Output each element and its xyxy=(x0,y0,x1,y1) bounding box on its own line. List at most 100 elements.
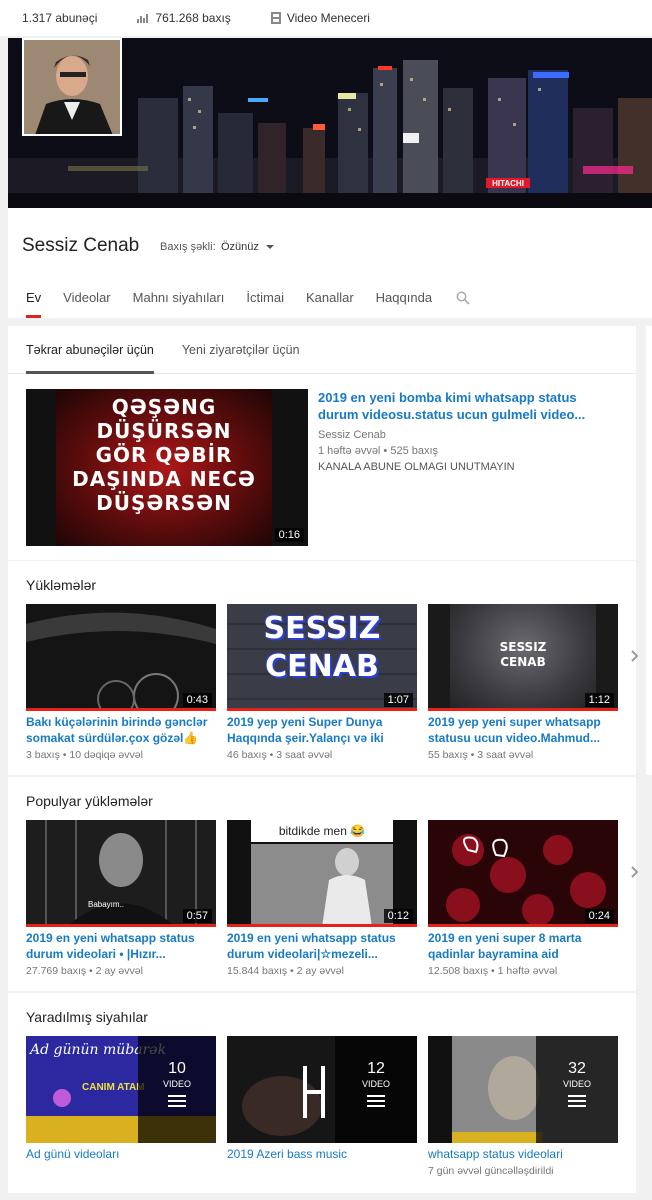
channel-stats-bar: 1.317 abunəçi 761.268 baxış Video Menece… xyxy=(0,0,652,36)
video-title-link[interactable]: 2019 yep yeni Super Dunya Haqqında şeir.… xyxy=(227,714,417,746)
video-meta: 12.508 baxış • 1 həftə əvvəl xyxy=(428,965,558,977)
view-as-dropdown[interactable]: Özünüz xyxy=(221,241,274,253)
tab-playlists[interactable]: Mahnı siyahıları xyxy=(133,278,225,318)
featured-meta: 1 həftə əvvəl • 525 baxış xyxy=(318,445,439,457)
thumbnail-caption: Babayım.. xyxy=(88,900,125,909)
playlist-video-count: 12 xyxy=(367,1060,385,1077)
watched-progress-bar xyxy=(428,708,618,711)
video-thumbnail[interactable]: SESSIZ CENAB 1:07 xyxy=(227,604,417,711)
thumbnail-overlay-text: CANIM ATAM xyxy=(82,1082,145,1093)
playlist-thumbnail[interactable]: 32 VIDEO xyxy=(428,1036,618,1143)
thumb-line: DÜŞƏRSƏN xyxy=(96,491,232,515)
video-duration: 0:43 xyxy=(182,693,212,707)
view-as-label: Baxış şəkli: xyxy=(160,241,216,253)
playlist-title-link[interactable]: whatsapp status videolari xyxy=(428,1146,618,1162)
video-manager-label: Video Meneceri xyxy=(286,11,370,25)
thumb-line: GÖR QƏBİR xyxy=(95,443,233,467)
uploads-shelf-title[interactable]: Yükləmələr xyxy=(26,577,96,593)
bar-chart-icon xyxy=(137,14,149,23)
video-duration: 0:12 xyxy=(383,909,413,923)
video-thumbnail[interactable]: 0:43 xyxy=(26,604,216,711)
featured-thumbnail[interactable]: QƏŞƏNG DÜŞÜRSƏN GÖR QƏBİR DAŞINDA NECƏ D… xyxy=(26,389,308,546)
channel-banner: HITACHI xyxy=(8,38,652,208)
playlist-card[interactable]: 32 VIDEO whatsapp status videolari 7 gün… xyxy=(428,1036,618,1179)
view-as-value: Özünüz xyxy=(221,241,259,253)
video-thumbnail[interactable]: SESSIZ CENAB 1:12 xyxy=(428,604,618,711)
playlist-count-overlay: 12 VIDEO xyxy=(335,1036,417,1143)
chevron-right-icon[interactable] xyxy=(630,648,640,664)
tab-returning-subscribers[interactable]: Təkrar abunəçilər üçün xyxy=(26,326,154,374)
playlist-video-label: VIDEO xyxy=(361,1079,390,1089)
chevron-down-icon xyxy=(265,245,274,249)
popular-grid: Babayım.. 0:57 2019 en yeni whatsapp sta… xyxy=(26,820,639,977)
channel-title: Sessiz Cenab xyxy=(22,235,140,256)
thumbnail-overlay-text: QƏŞƏNG DÜŞÜRSƏN GÖR QƏBİR DAŞINDA NECƏ D… xyxy=(56,395,272,515)
tab-channels[interactable]: Kanallar xyxy=(306,278,354,318)
subscriber-count: 1.317 abunəçi xyxy=(22,11,97,25)
playlist-title-link[interactable]: 2019 Azeri bass music xyxy=(227,1146,417,1162)
playlist-video-label: VIDEO xyxy=(562,1079,591,1089)
watched-progress-bar xyxy=(26,708,216,711)
thumbnail-caption: bitdikde men 😂 xyxy=(251,820,393,842)
video-card[interactable]: SESSIZ CENAB 1:12 2019 yep yeni super wh… xyxy=(428,604,618,763)
thumb-line: QƏŞƏNG xyxy=(111,395,217,419)
video-card[interactable]: SESSIZ CENAB 1:07 2019 yep yeni Super Du… xyxy=(227,604,417,763)
video-title-link[interactable]: 2019 en yeni whatsapp status durum video… xyxy=(26,930,216,962)
video-title-link[interactable]: 2019 en yeni super 8 marta qadinlar bayr… xyxy=(428,930,618,962)
video-card[interactable]: 0:43 Bakı küçələrinin birində gənclər so… xyxy=(26,604,216,763)
video-thumbnail[interactable]: Babayım.. 0:57 xyxy=(26,820,216,927)
featured-title-link[interactable]: 2019 en yeni bomba kimi whatsapp status … xyxy=(318,389,618,423)
playlist-card[interactable]: 12 VIDEO 2019 Azeri bass music xyxy=(227,1036,417,1162)
thumb-line: CENAB xyxy=(265,649,379,684)
thumb-line: SESSIZ xyxy=(499,640,547,654)
playlist-video-count: 32 xyxy=(568,1060,586,1077)
video-thumbnail[interactable]: bitdikde men 😂 0:12 xyxy=(227,820,417,927)
popular-shelf-title[interactable]: Populyar yükləmələr xyxy=(26,793,153,809)
thumbnail-overlay-text: SESSIZ CENAB xyxy=(227,610,417,686)
featured-description: KANALA ABUNE OLMAGI UNUTMAYIN xyxy=(318,461,515,473)
side-panel-edge xyxy=(646,420,652,775)
playlist-icon xyxy=(168,1095,186,1107)
chevron-right-icon[interactable] xyxy=(630,864,640,880)
watched-progress-bar xyxy=(227,924,417,927)
playlist-icon xyxy=(367,1095,385,1107)
featured-video[interactable]: QƏŞƏNG DÜŞÜRSƏN GÖR QƏBİR DAŞINDA NECƏ D… xyxy=(26,389,626,549)
channel-avatar[interactable] xyxy=(22,38,122,136)
playlist-thumbnail[interactable]: Ad günün mübarək CANIM ATAM 10 VIDEO xyxy=(26,1036,216,1143)
video-thumbnail[interactable]: 0:24 xyxy=(428,820,618,927)
video-title-link[interactable]: 2019 yep yeni super whatsapp statusu ucu… xyxy=(428,714,618,746)
featured-channel-name[interactable]: Sessiz Cenab xyxy=(318,427,618,443)
video-title-link[interactable]: Bakı küçələrinin birində gənclər somakat… xyxy=(26,714,216,746)
search-icon[interactable] xyxy=(456,291,470,305)
tab-home[interactable]: Ev xyxy=(26,278,42,318)
playlists-shelf-title[interactable]: Yaradılmış siyahılar xyxy=(26,1009,148,1025)
playlist-video-count: 10 xyxy=(168,1060,186,1077)
tab-community[interactable]: İctimai xyxy=(246,278,284,318)
video-duration: 0:16 xyxy=(274,528,304,542)
thumb-line: CENAB xyxy=(500,655,546,669)
popular-shelf: Populyar yükləmələr Babayım.. 0:57 2019 … xyxy=(8,777,639,991)
playlist-card[interactable]: Ad günün mübarək CANIM ATAM 10 VIDEO Ad … xyxy=(26,1036,216,1162)
video-card[interactable]: 0:24 2019 en yeni super 8 marta qadinlar… xyxy=(428,820,618,979)
playlist-title-link[interactable]: Ad günü videoları xyxy=(26,1146,216,1162)
avatar-photo xyxy=(24,40,120,134)
video-duration: 0:24 xyxy=(584,909,614,923)
video-meta: 3 baxış • 10 dəqiqə əvvəl xyxy=(26,749,143,761)
view-count-text: 761.268 baxış xyxy=(155,11,231,25)
playlists-grid: Ad günün mübarək CANIM ATAM 10 VIDEO Ad … xyxy=(26,1036,626,1186)
featured-sub-tabs: Təkrar abunəçilər üçün Yeni ziyarətçilər… xyxy=(8,326,636,374)
thumbnail-overlay-text: SESSIZ CENAB xyxy=(428,640,618,670)
video-meta: 27.769 baxış • 2 ay əvvəl xyxy=(26,965,143,977)
video-card[interactable]: Babayım.. 0:57 2019 en yeni whatsapp sta… xyxy=(26,820,216,979)
uploads-grid: 0:43 Bakı küçələrinin birində gənclər so… xyxy=(26,604,639,761)
video-title-link[interactable]: 2019 en yeni whatsapp status durum video… xyxy=(227,930,417,962)
video-card[interactable]: bitdikde men 😂 0:12 2019 en yeni whatsap… xyxy=(227,820,417,979)
video-meta: 55 baxış • 3 saat əvvəl xyxy=(428,749,534,761)
video-manager-link[interactable]: Video Meneceri xyxy=(270,11,370,25)
video-meta: 46 baxış • 3 saat əvvəl xyxy=(227,749,333,761)
tab-about[interactable]: Haqqında xyxy=(376,278,432,318)
tab-videos[interactable]: Videolar xyxy=(63,278,110,318)
playlist-thumbnail[interactable]: 12 VIDEO xyxy=(227,1036,417,1143)
tab-new-visitors[interactable]: Yeni ziyarətçilər üçün xyxy=(182,326,300,374)
watched-progress-bar xyxy=(428,924,618,927)
